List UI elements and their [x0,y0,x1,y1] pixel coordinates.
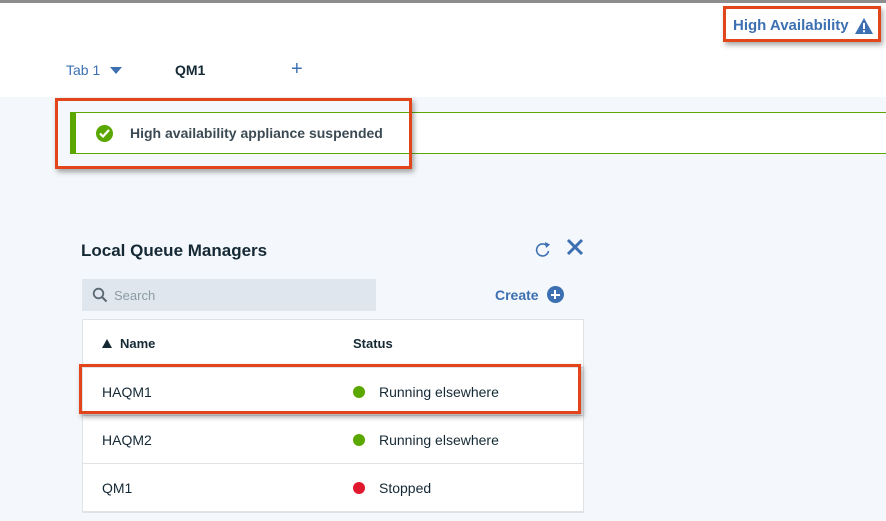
search-input[interactable] [114,287,354,303]
queue-managers-table: Name Status HAQM1 Running elsewhere HAQM… [82,319,584,513]
warning-triangle-icon [854,17,873,34]
table-row[interactable]: QM1 Stopped [83,464,583,512]
table-header: Name Status [83,320,583,368]
tab-tab-1[interactable]: Tab 1 [66,58,128,100]
status-dot-icon [353,481,365,494]
row-name: QM1 [102,479,133,496]
tab-label: Tab 1 [66,62,101,78]
checkmark-circle-icon [96,124,113,142]
notification-text: High availability appliance suspended [130,125,383,141]
column-header-name-label: Name [120,336,156,351]
table-row[interactable]: HAQM2 Running elsewhere [83,416,583,464]
row-status-label: Stopped [379,479,432,496]
high-availability-label: High Availability [733,17,849,34]
tab-label: QM1 [175,62,206,78]
row-status-label: Running elsewhere [379,431,499,448]
row-status: Stopped [353,480,431,496]
create-label: Create [495,286,539,303]
row-status: Running elsewhere [353,384,499,400]
row-name: HAQM1 [102,383,152,400]
sort-ascending-icon [102,339,112,348]
add-tab-icon[interactable]: + [291,58,303,100]
caret-down-icon[interactable] [110,67,123,74]
high-availability-link[interactable]: High Availability [733,17,873,34]
success-notification: High availability appliance suspended [70,112,886,154]
row-name: HAQM2 [102,431,152,448]
close-icon[interactable] [566,238,584,256]
search-box [82,279,376,311]
tab-qm1[interactable]: QM1 [175,58,205,100]
status-dot-icon [353,385,365,398]
table-row[interactable]: HAQM1 Running elsewhere [83,368,583,416]
search-icon [92,287,108,303]
row-status: Running elsewhere [353,432,499,448]
add-circle-icon [546,286,564,303]
column-header-status[interactable]: Status [353,336,393,351]
top-bar: High Availability Tab 1 QM1 + [0,0,886,100]
status-dot-icon [353,433,365,446]
tab-bar: Tab 1 QM1 + [0,58,886,100]
panel-title: Local Queue Managers [81,241,268,260]
refresh-icon[interactable] [535,240,551,258]
row-status-label: Running elsewhere [379,383,499,400]
create-button[interactable]: Create [495,286,564,303]
column-header-name[interactable]: Name [102,336,353,351]
